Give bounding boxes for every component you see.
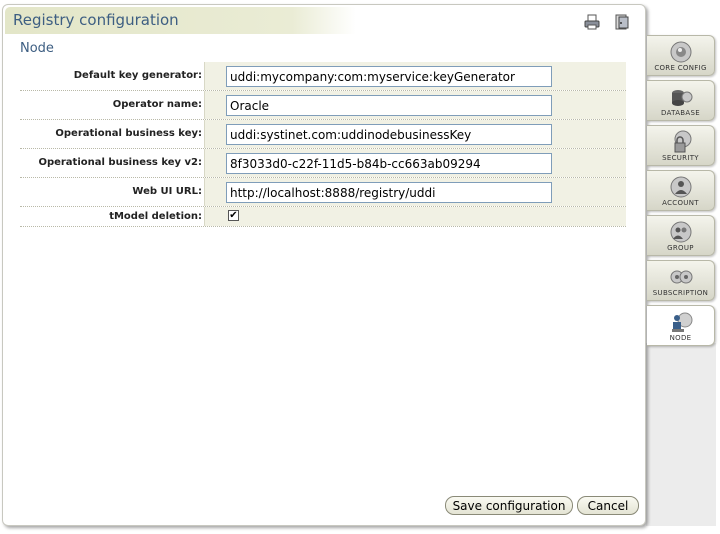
operational-business-key-label: Operational business key: bbox=[55, 128, 202, 139]
field-cell bbox=[204, 149, 626, 177]
form-row-operational-business-key: Operational business key: bbox=[20, 120, 626, 149]
tab-node-label: NODE bbox=[669, 334, 692, 342]
operator-name-input[interactable] bbox=[226, 95, 552, 116]
tmodel-deletion-label: tModel deletion: bbox=[109, 211, 202, 222]
tab-group[interactable]: GROUP bbox=[647, 215, 715, 256]
operational-business-key-v2-label: Operational business key v2: bbox=[38, 157, 202, 168]
tab-node[interactable]: NODE bbox=[647, 305, 715, 346]
database-icon bbox=[669, 85, 693, 109]
field-cell: ✔ bbox=[204, 207, 626, 226]
default-key-generator-input[interactable] bbox=[226, 66, 552, 87]
window-title: Registry configuration bbox=[13, 11, 179, 29]
subscription-icon bbox=[669, 265, 693, 289]
node-icon bbox=[669, 310, 693, 334]
operational-business-key-v2-input[interactable] bbox=[226, 153, 552, 174]
tab-subscription-label: SUBSCRIPTION bbox=[652, 289, 709, 297]
tab-core-config[interactable]: CORE CONFIG bbox=[647, 35, 715, 76]
config-panel: Registry configuration Node Default key … bbox=[2, 4, 646, 526]
form-row-tmodel-deletion: tModel deletion: ✔ bbox=[20, 207, 626, 227]
section-title: Node bbox=[20, 41, 54, 56]
field-cell bbox=[204, 120, 626, 148]
web-ui-url-label: Web UI URL: bbox=[132, 186, 202, 197]
save-configuration-button[interactable]: Save configuration bbox=[445, 496, 573, 515]
core-config-icon bbox=[669, 40, 693, 64]
tab-account[interactable]: ACCOUNT bbox=[647, 170, 715, 211]
group-icon bbox=[669, 220, 693, 244]
tab-account-label: ACCOUNT bbox=[662, 199, 699, 207]
config-tabs: CORE CONFIG DATABASE SECURITY ACCOUNT GR… bbox=[647, 35, 720, 350]
field-cell bbox=[204, 91, 626, 119]
tab-database-label: DATABASE bbox=[661, 109, 700, 117]
node-form: Default key generator: Operator name: Op… bbox=[20, 62, 626, 227]
tab-security-label: SECURITY bbox=[662, 154, 699, 162]
tab-subscription[interactable]: SUBSCRIPTION bbox=[647, 260, 715, 301]
cancel-button[interactable]: Cancel bbox=[577, 496, 639, 515]
form-row-default-key-generator: Default key generator: bbox=[20, 62, 626, 91]
web-ui-url-input[interactable] bbox=[226, 182, 552, 203]
form-row-operator-name: Operator name: bbox=[20, 91, 626, 120]
operator-name-label: Operator name: bbox=[112, 99, 202, 110]
tmodel-deletion-checkbox[interactable]: ✔ bbox=[228, 210, 239, 221]
tab-database[interactable]: DATABASE bbox=[647, 80, 715, 121]
tab-security[interactable]: SECURITY bbox=[647, 125, 715, 166]
title-bar: Registry configuration bbox=[5, 7, 643, 34]
default-key-generator-label: Default key generator: bbox=[73, 70, 202, 81]
exit-icon[interactable] bbox=[614, 14, 630, 30]
tab-group-label: GROUP bbox=[667, 244, 694, 252]
tab-core-config-label: CORE CONFIG bbox=[654, 64, 707, 72]
operational-business-key-input[interactable] bbox=[226, 124, 552, 145]
tabs-background bbox=[646, 343, 716, 526]
printer-icon[interactable] bbox=[584, 14, 600, 30]
form-row-web-ui-url: Web UI URL: bbox=[20, 178, 626, 207]
field-cell bbox=[204, 178, 626, 206]
field-cell bbox=[204, 62, 626, 90]
form-row-operational-business-key-v2: Operational business key v2: bbox=[20, 149, 626, 178]
security-icon bbox=[669, 130, 693, 154]
account-icon bbox=[669, 175, 693, 199]
